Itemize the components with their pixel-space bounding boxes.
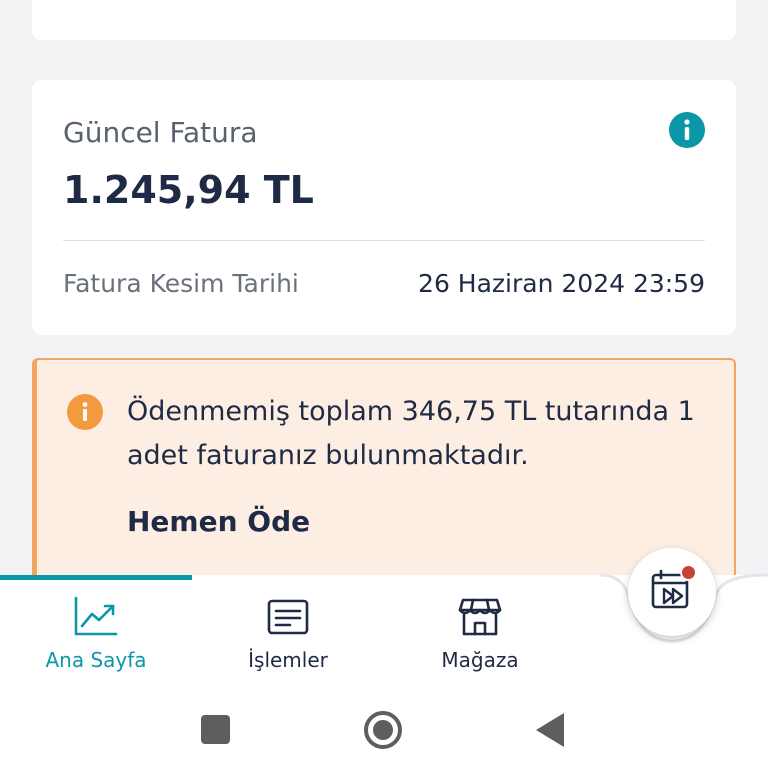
home-icon[interactable]: [363, 710, 403, 754]
store-icon: [456, 594, 504, 640]
previous-card: [32, 0, 736, 40]
cutoff-date-value: 26 Haziran 2024 23:59: [418, 269, 705, 298]
current-invoice-card: Güncel Fatura 1.245,94 TL Fatura Kesim T…: [32, 80, 736, 335]
cutoff-date-label: Fatura Kesim Tarihi: [63, 269, 299, 298]
notification-dot: [680, 564, 697, 581]
nav-home[interactable]: Ana Sayfa: [0, 580, 192, 687]
system-navigation-bar: [0, 687, 768, 768]
warning-info-icon: [67, 394, 103, 430]
info-icon[interactable]: [669, 112, 705, 148]
chart-icon: [72, 594, 120, 640]
recents-icon[interactable]: [201, 715, 230, 748]
divider: [63, 240, 705, 241]
nav-home-label: Ana Sayfa: [45, 648, 147, 672]
nav-store-label: Mağaza: [441, 648, 519, 672]
invoice-amount: 1.245,94 TL: [63, 168, 314, 212]
nav-store[interactable]: Mağaza: [384, 580, 576, 687]
nav-transactions-label: İşlemler: [248, 648, 328, 672]
nav-transactions[interactable]: İşlemler: [192, 580, 384, 687]
document-list-icon: [264, 594, 312, 640]
invoice-title: Güncel Fatura: [63, 116, 258, 149]
alert-message: Ödenmemiş toplam 346,75 TL tutarında 1 a…: [127, 396, 695, 471]
pay-now-button[interactable]: Hemen Öde: [127, 505, 310, 538]
video-call-fab[interactable]: [628, 548, 716, 636]
back-icon[interactable]: [536, 713, 564, 751]
video-calendar-icon: [651, 569, 689, 609]
